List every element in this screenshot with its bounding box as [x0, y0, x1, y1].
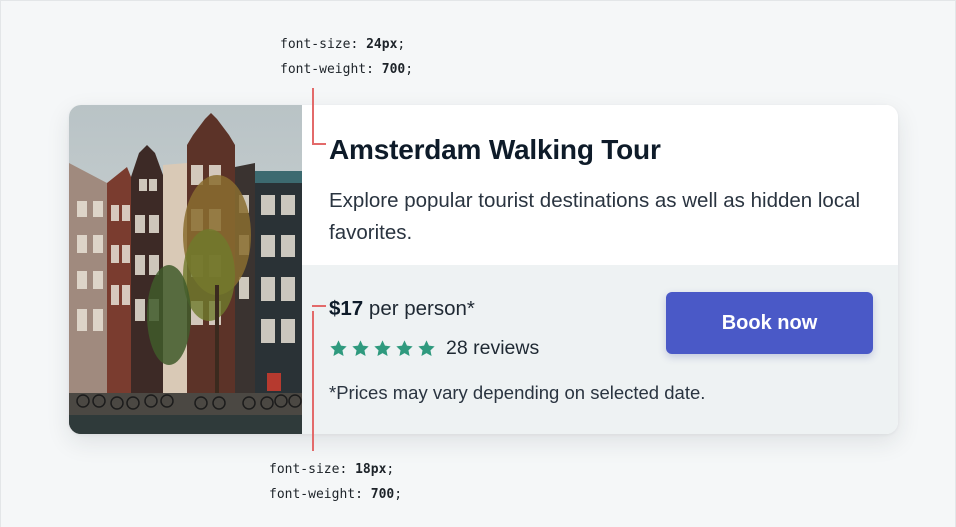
annotation-prop: font-size:: [280, 37, 367, 52]
price-amount: $17: [329, 297, 364, 320]
canvas: font-size: 24px; font-weight: 700; Amste…: [0, 0, 956, 527]
star-icon: [374, 340, 391, 356]
tour-title: Amsterdam Walking Tour: [329, 134, 661, 165]
annotation-prop: font-weight:: [280, 62, 382, 77]
book-now-button[interactable]: Book now: [666, 292, 873, 354]
tour-description: Explore popular tourist destinations as …: [329, 189, 861, 244]
rating: 28 reviews: [329, 337, 539, 360]
tour-card: Amsterdam Walking Tour Explore popular t…: [69, 105, 898, 434]
star-icon: [418, 340, 435, 356]
annotation-semicolon: ;: [405, 62, 414, 77]
canal-houses-image: [69, 105, 302, 434]
annotation-semicolon: ;: [397, 37, 406, 52]
star-icon: [396, 340, 413, 356]
annotation-prop: font-weight:: [269, 487, 371, 502]
annotation-line-top-hook: [312, 143, 326, 145]
annotation-semicolon: ;: [386, 462, 395, 477]
star-icon: [330, 340, 347, 356]
price-suffix: per person*: [363, 297, 475, 320]
annotation-top: font-size: 24px; font-weight: 700;: [280, 32, 413, 82]
annotation-value: 18px: [355, 462, 387, 477]
annotation-prop: font-size:: [269, 462, 356, 477]
star-rating: [329, 339, 436, 358]
review-count[interactable]: 28 reviews: [446, 337, 539, 360]
card-footer-section: $17 per person* 28 reviews *Prices may v…: [302, 265, 898, 434]
annotation-value: 700: [381, 62, 406, 77]
annotation-line-bottom-hook: [312, 305, 326, 307]
annotation-bottom: font-size: 18px; font-weight: 700;: [269, 457, 402, 507]
annotation-value: 24px: [366, 37, 398, 52]
price-disclaimer: *Prices may vary depending on selected d…: [329, 382, 706, 403]
star-icon: [352, 340, 369, 356]
annotation-line-top: [312, 88, 314, 144]
annotation-semicolon: ;: [394, 487, 403, 502]
annotation-line-bottom: [312, 311, 314, 451]
price: $17 per person*: [329, 297, 475, 321]
card-header-section: Amsterdam Walking Tour Explore popular t…: [302, 105, 898, 265]
annotation-value: 700: [370, 487, 395, 502]
amsterdam-photo: [69, 105, 302, 434]
